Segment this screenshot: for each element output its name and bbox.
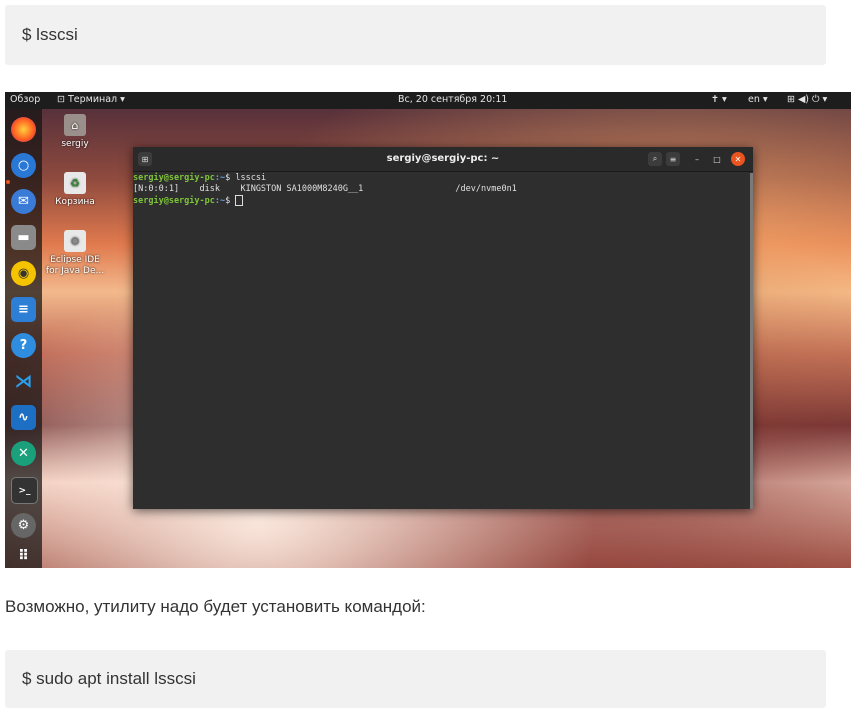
vscode-icon[interactable]: ⋊: [11, 369, 36, 394]
prompt-user: sergiy@sergiy-pc: [133, 173, 215, 183]
terminal-output-line: [N:0:0:1] disk KINGSTON SA1000M8240G__1 …: [133, 184, 517, 194]
files-icon[interactable]: ▬: [11, 225, 36, 250]
code-text: $ sudo apt install lsscsi: [22, 669, 196, 688]
trash-label: Корзина: [55, 197, 95, 207]
command-text: $ lsscsi: [225, 173, 267, 183]
eclipse-label: Eclipse IDE for Java De...: [45, 255, 105, 276]
system-monitor-icon[interactable]: ∿: [11, 405, 36, 430]
app-menu-label: Терминал ▾: [67, 94, 125, 105]
prompt-path: :~: [214, 196, 226, 206]
top-bar: Обзор ⊡ Терминал ▾ Вс, 20 сентября 20:11…: [5, 92, 851, 109]
running-indicator: [6, 180, 10, 184]
trash-icon: ♻: [64, 172, 86, 194]
command-text: $: [225, 196, 236, 206]
firefox-icon[interactable]: [11, 117, 36, 142]
scrollbar[interactable]: [750, 173, 753, 509]
rhythmbox-icon[interactable]: ◉: [11, 261, 36, 286]
terminal-window[interactable]: ⊞ sergiy@sergiy-pc: ~ ⌕ ≡ – □ ✕ sergiy@s…: [133, 147, 753, 509]
code-block-install: $ sudo apt install lsscsi: [5, 650, 826, 708]
terminal-line: sergiy@sergiy-pc:~$: [133, 195, 745, 207]
app-menu[interactable]: ⊡ Терминал ▾: [57, 94, 125, 105]
code-text: $ lsscsi: [22, 25, 78, 44]
activities-button[interactable]: Обзор: [10, 94, 40, 105]
terminal-line: sergiy@sergiy-pc:~$ lsscsi: [133, 173, 745, 184]
crossover-icon[interactable]: ✕: [11, 441, 36, 466]
close-icon[interactable]: ✕: [731, 152, 745, 166]
accessibility-menu[interactable]: ✝ ▾: [711, 94, 727, 105]
prompt-path: :~: [214, 173, 226, 183]
prompt-user: sergiy@sergiy-pc: [133, 196, 215, 206]
maximize-icon[interactable]: □: [710, 152, 724, 166]
chrome-icon[interactable]: ○: [11, 153, 36, 178]
menu-icon[interactable]: ≡: [666, 152, 680, 166]
language-menu[interactable]: en ▾: [748, 94, 768, 105]
terminal-icon[interactable]: >_: [11, 477, 38, 504]
search-icon[interactable]: ⌕: [648, 152, 662, 166]
terminal-header: ⊞ sergiy@sergiy-pc: ~ ⌕ ≡ – □ ✕: [133, 147, 753, 172]
desktop-home-folder[interactable]: ⌂ sergiy: [43, 114, 107, 150]
home-folder-label: sergiy: [61, 139, 89, 149]
system-menu[interactable]: ⊞ ◀) ⏻ ▾: [787, 94, 827, 105]
libreoffice-writer-icon[interactable]: ≡: [11, 297, 36, 322]
thunderbird-icon[interactable]: ✉: [11, 189, 36, 214]
desktop-screenshot: Обзор ⊡ Терминал ▾ Вс, 20 сентября 20:11…: [5, 92, 851, 568]
desktop-trash[interactable]: ♻ Корзина: [43, 172, 107, 208]
terminal-output[interactable]: sergiy@sergiy-pc:~$ lsscsi [N:0:0:1] disk…: [133, 173, 745, 509]
article-paragraph: Возможно, утилиту надо будет установить …: [5, 597, 426, 616]
home-folder-icon: ⌂: [64, 114, 86, 136]
eclipse-icon: ⚙: [64, 230, 86, 252]
settings-icon[interactable]: ⚙: [11, 513, 36, 538]
clock[interactable]: Вс, 20 сентября 20:11: [398, 94, 507, 105]
help-icon[interactable]: ?: [11, 333, 36, 358]
minimize-icon[interactable]: –: [690, 152, 704, 166]
code-block-lsscsi: $ lsscsi: [5, 5, 826, 65]
dock: ○ ✉ ▬ ◉ ≡ ? ⋊ ∿ ✕ >_ ⚙ ⠿: [5, 109, 42, 568]
terminal-small-icon: ⊡: [57, 94, 68, 105]
text-cursor: [235, 195, 244, 206]
desktop-eclipse[interactable]: ⚙ Eclipse IDE for Java De...: [43, 230, 107, 277]
apps-grid-icon[interactable]: ⠿: [11, 543, 36, 568]
